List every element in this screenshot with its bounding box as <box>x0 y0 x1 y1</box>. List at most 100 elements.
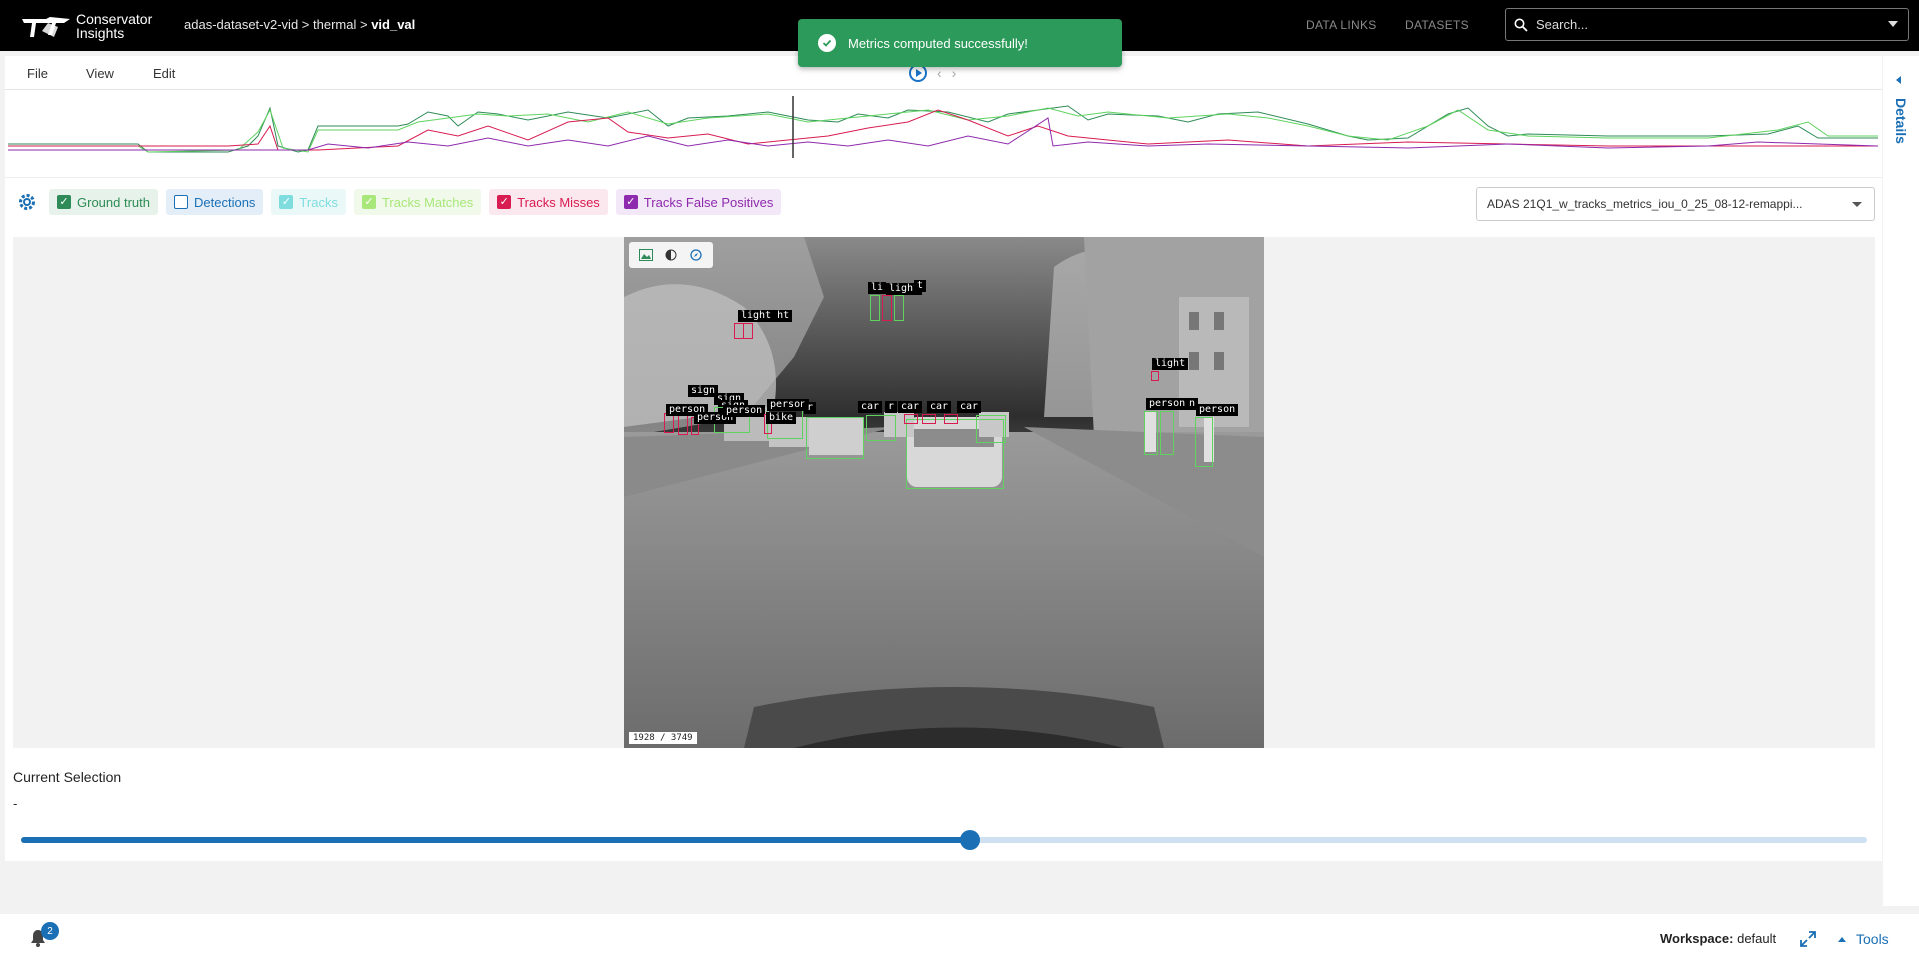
bbox-person-miss[interactable] <box>664 413 674 433</box>
menu-view[interactable]: View <box>86 66 114 81</box>
bbox-car-miss[interactable] <box>904 414 918 424</box>
image-toolbar <box>629 242 713 268</box>
bbox-label: car <box>858 401 883 413</box>
filter-label: Tracks Matches <box>381 194 474 210</box>
frame-counter: 1928 / 3749 <box>629 732 697 744</box>
bbox-label: car <box>957 401 982 413</box>
bbox-car-miss[interactable] <box>922 414 936 424</box>
nav-datasets[interactable]: DATASETS <box>1405 18 1469 32</box>
bbox-label: li <box>868 282 887 294</box>
current-selection-value: - <box>13 796 18 811</box>
next-frame-icon[interactable]: › <box>952 65 957 81</box>
filter-ground-truth[interactable]: ✓ Ground truth <box>49 189 158 215</box>
bbox-label: car <box>898 401 923 413</box>
bbox-car-match[interactable] <box>866 415 896 441</box>
filter-tracks[interactable]: ✓ Tracks <box>271 189 346 215</box>
breadcrumb-folder[interactable]: thermal <box>313 17 356 32</box>
workspace-indicator[interactable]: Workspace: default <box>1660 931 1776 946</box>
breadcrumb: adas-dataset-v2-vid > thermal > vid_val <box>184 17 415 32</box>
main-panel: File View Edit ‹ › ✓ Ground truth Detecti… <box>5 56 1882 861</box>
bbox-car-match[interactable] <box>976 415 1006 443</box>
bottom-bar: 2 Workspace: default Tools <box>0 914 1919 964</box>
frame-viewer: light ht li light t light sign sign sign… <box>13 237 1875 748</box>
thermal-frame[interactable]: light ht li light t light sign sign sign… <box>624 237 1264 748</box>
bbox-label: light <box>1152 358 1189 370</box>
model-select[interactable]: ADAS 21Q1_w_tracks_metrics_iou_0_25_08-1… <box>1476 187 1875 221</box>
success-toast: Metrics computed successfully! <box>798 19 1122 67</box>
divider <box>5 177 1882 178</box>
layer-filters: ✓ Ground truth Detections ✓ Tracks ✓ Tracks… <box>15 189 789 215</box>
slider-fill <box>21 837 971 843</box>
bbox-light-miss[interactable] <box>743 323 753 339</box>
collapse-left-icon[interactable] <box>1896 76 1901 84</box>
details-label: Details <box>1893 98 1909 144</box>
checkbox-icon[interactable]: ✓ <box>57 195 71 209</box>
bbox-label: person <box>1146 398 1189 410</box>
chevron-down-icon[interactable] <box>1888 21 1898 27</box>
app-name-line2: Insights <box>76 25 125 41</box>
bbox-light-match[interactable] <box>894 295 904 321</box>
app-logo[interactable]: Conservator Insights <box>20 12 152 40</box>
bbox-car-miss[interactable] <box>944 414 958 424</box>
filter-label: Tracks Misses <box>517 194 600 210</box>
bbox-person-match[interactable] <box>1160 411 1174 455</box>
filter-tracks-false-positives[interactable]: ✓ Tracks False Positives <box>615 189 782 215</box>
bbox-light-match[interactable] <box>870 295 880 321</box>
image-icon[interactable] <box>638 247 654 263</box>
chevron-down-icon[interactable] <box>1852 202 1862 207</box>
checkbox-icon[interactable] <box>174 195 188 209</box>
breadcrumb-dataset[interactable]: adas-dataset-v2-vid <box>184 17 298 32</box>
search-icon <box>1514 18 1528 32</box>
thermal-image <box>624 237 1264 748</box>
model-select-value: ADAS 21Q1_w_tracks_metrics_iou_0_25_08-1… <box>1487 197 1803 211</box>
bbox-light-miss[interactable] <box>882 295 892 321</box>
bbox-label: t <box>914 280 927 292</box>
filter-label: Ground truth <box>77 194 150 210</box>
expand-icon[interactable] <box>1799 930 1817 948</box>
check-circle-icon <box>818 34 836 52</box>
checkbox-icon[interactable]: ✓ <box>361 195 376 209</box>
slider-thumb[interactable] <box>960 830 981 850</box>
workspace-label: Workspace: <box>1660 931 1734 946</box>
bbox-person-match[interactable] <box>1195 417 1213 467</box>
menu-edit[interactable]: Edit <box>153 66 175 81</box>
current-selection-title: Current Selection <box>13 769 122 785</box>
contrast-icon[interactable] <box>663 247 679 263</box>
bbox-car-match[interactable] <box>806 417 864 459</box>
details-panel-tab[interactable]: Details <box>1883 56 1919 906</box>
breadcrumb-separator: > <box>356 17 372 32</box>
app-name-line1: Conservator <box>76 11 153 27</box>
menu-file[interactable]: File <box>27 66 48 81</box>
logo-icon <box>22 17 70 37</box>
search-input[interactable]: Search... <box>1505 8 1909 41</box>
checkbox-icon[interactable]: ✓ <box>279 195 294 209</box>
filter-label: Detections <box>194 194 256 210</box>
bbox-label: r <box>885 401 898 413</box>
frame-slider[interactable] <box>21 830 1867 850</box>
tools-label: Tools <box>1856 931 1889 947</box>
breadcrumb-separator: > <box>298 17 313 32</box>
filter-label: Tracks <box>299 194 338 210</box>
previous-frame-icon[interactable]: ‹ <box>937 65 942 81</box>
bbox-label: person <box>767 399 810 411</box>
checkbox-icon[interactable]: ✓ <box>623 195 638 209</box>
filter-detections[interactable]: Detections <box>166 189 264 215</box>
filter-tracks-matches[interactable]: ✓ Tracks Matches <box>353 189 482 215</box>
tools-button[interactable]: Tools <box>1838 931 1889 947</box>
filter-tracks-misses[interactable]: ✓ Tracks Misses <box>489 189 608 215</box>
notification-badge: 2 <box>41 922 59 940</box>
search-placeholder: Search... <box>1536 17 1589 32</box>
toast-message: Metrics computed successfully! <box>848 35 1028 51</box>
bbox-label: person <box>1196 404 1239 416</box>
compass-icon[interactable] <box>688 247 704 263</box>
checkbox-icon[interactable]: ✓ <box>497 195 512 209</box>
chevron-up-icon <box>1838 936 1846 942</box>
nav-data-links[interactable]: DATA LINKS <box>1306 18 1377 32</box>
bbox-label: person <box>723 405 766 417</box>
filter-label: Tracks False Positives <box>643 194 774 210</box>
bbox-person-miss[interactable] <box>678 415 688 435</box>
gear-icon[interactable] <box>17 192 37 212</box>
bbox-person-match[interactable] <box>1144 411 1158 455</box>
bbox-light-miss[interactable] <box>1151 371 1159 381</box>
metrics-timeline[interactable] <box>8 96 1878 158</box>
